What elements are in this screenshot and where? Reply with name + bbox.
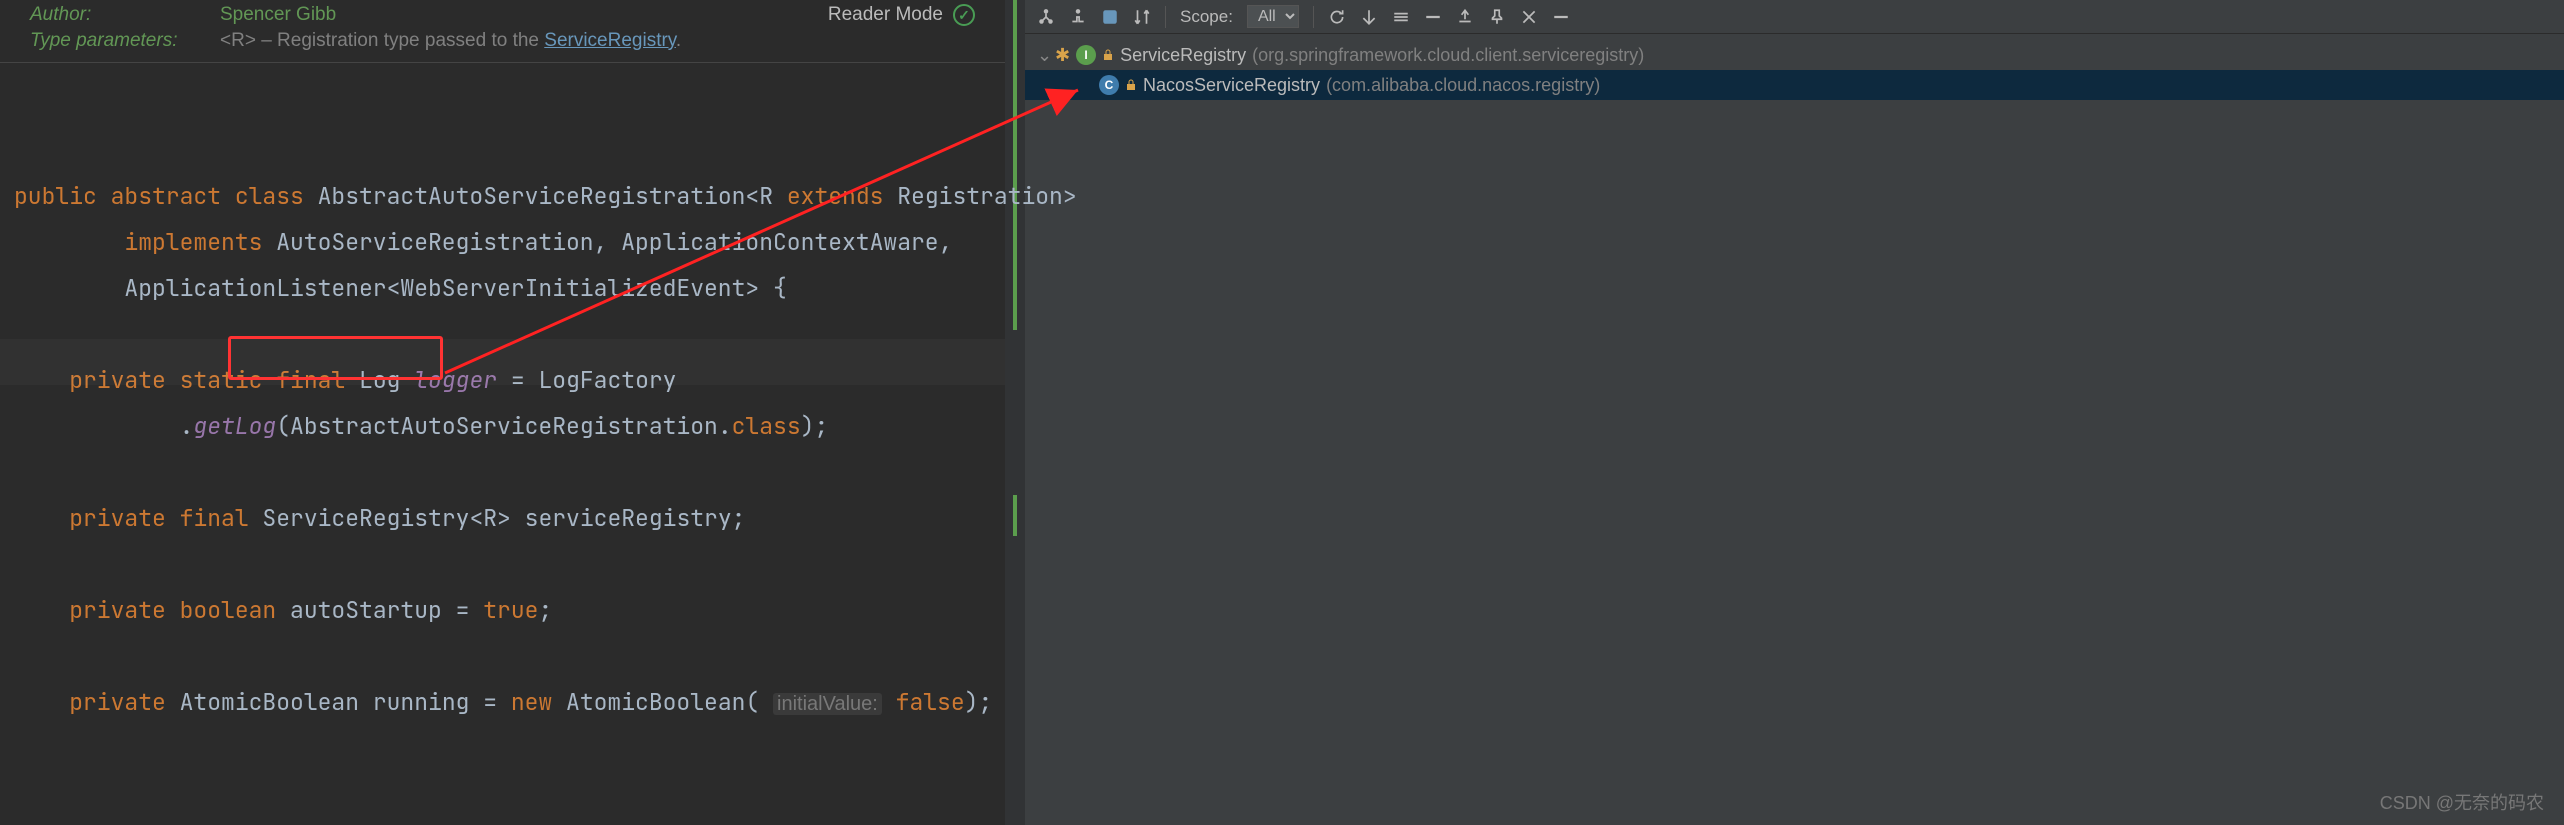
javadoc-header: Author: Spencer Gibb Type parameters: <R… (0, 0, 1005, 63)
autoscroll-icon[interactable] (1360, 8, 1378, 26)
pin-icon[interactable] (1488, 8, 1506, 26)
class-hierarchy-icon[interactable] (1037, 8, 1055, 26)
node-name: NacosServiceRegistry (1143, 75, 1320, 96)
sort-icon[interactable] (1133, 8, 1151, 26)
node-name: ServiceRegistry (1120, 45, 1246, 66)
author-value: Spencer Gibb (220, 4, 336, 26)
param-hint: initialValue: (773, 693, 882, 715)
collapse-all-icon[interactable] (1424, 8, 1442, 26)
scope-select[interactable]: All (1247, 5, 1299, 28)
reader-mode-toggle[interactable]: Reader Mode ✓ (828, 4, 975, 26)
type-params-label: Type parameters: (30, 30, 220, 52)
lock-icon (1125, 75, 1137, 96)
close-icon[interactable] (1520, 8, 1538, 26)
reader-mode-label: Reader Mode (828, 4, 943, 26)
serviceregistry-type[interactable]: ServiceRegistry (249, 503, 470, 533)
type-param-tag: <R> (220, 30, 256, 51)
tree-node-serviceregistry[interactable]: ⌄ ✱ I ServiceRegistry (org.springframewo… (1025, 40, 2564, 70)
tree-node-nacosserviceregistry[interactable]: C NacosServiceRegistry (com.alibaba.clou… (1025, 70, 2564, 100)
export-icon[interactable] (1456, 8, 1474, 26)
supertypes-icon[interactable] (1069, 8, 1087, 26)
watermark: CSDN @无奈的码农 (2380, 789, 2544, 815)
chevron-down-icon[interactable]: ⌄ (1037, 45, 1049, 66)
hierarchy-toolbar: Scope: All (1025, 0, 2564, 34)
author-label: Author: (30, 4, 220, 26)
class-icon: C (1099, 75, 1119, 95)
hierarchy-panel: Scope: All ⌄ ✱ I ServiceRegistry (org.sp… (1025, 0, 2564, 825)
check-icon: ✓ (953, 4, 975, 26)
hierarchy-tree[interactable]: ⌄ ✱ I ServiceRegistry (org.springframewo… (1025, 34, 2564, 100)
node-package: (org.springframework.cloud.client.servic… (1252, 45, 1644, 66)
editor-gutter (1005, 0, 1025, 825)
scope-label: Scope: (1180, 7, 1233, 27)
interface-icon: I (1076, 45, 1096, 65)
subtypes-icon[interactable] (1101, 8, 1119, 26)
code-editor[interactable]: public abstract class AbstractAutoServic… (0, 63, 1005, 825)
star-icon: ✱ (1055, 45, 1070, 66)
serviceregistry-link[interactable]: ServiceRegistry (544, 30, 676, 51)
refresh-icon[interactable] (1328, 8, 1346, 26)
expand-all-icon[interactable] (1392, 8, 1410, 26)
lock-icon (1102, 45, 1114, 66)
hide-icon[interactable] (1552, 8, 1570, 26)
node-package: (com.alibaba.cloud.nacos.registry) (1326, 75, 1600, 96)
